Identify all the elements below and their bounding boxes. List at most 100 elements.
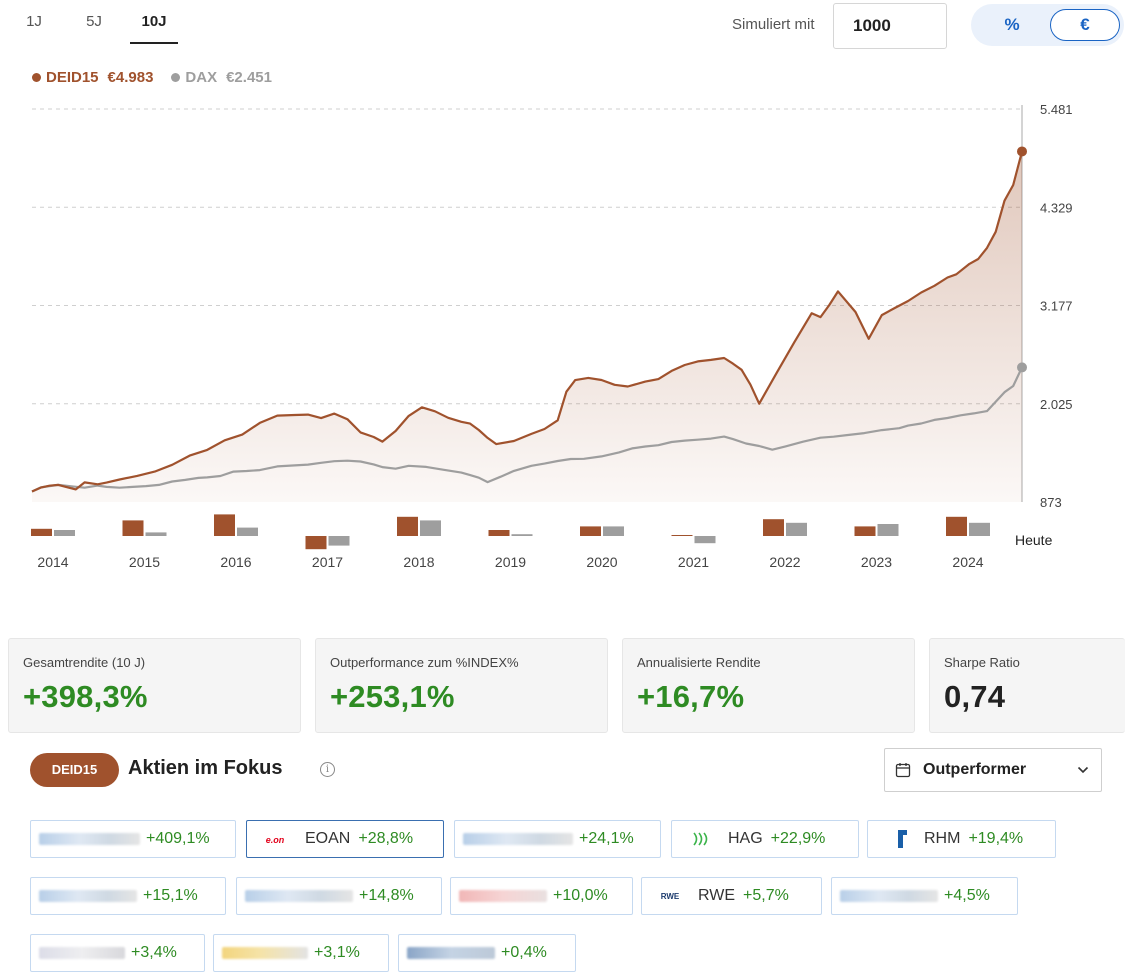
kpi-value: +253,1% [330,679,455,714]
annual-bar-dax [603,526,624,536]
rhm-logo-icon [898,830,907,848]
stock-chip-12[interactable]: +3,1% [213,934,389,972]
annual-bar-deid15 [31,528,52,536]
annual-bar-deid15 [946,516,967,536]
stock-chip-rwe[interactable]: RWE RWE +5,7% [641,877,822,915]
annual-bar-deid15 [671,535,693,536]
annual-bar-dax [877,524,899,536]
x-year-label: 2023 [861,554,892,570]
tab-5j[interactable]: 5J [70,0,118,44]
x-year-label: 2022 [769,554,800,570]
company-logo [407,947,495,959]
company-logo [840,890,938,902]
annual-bar-deid15 [214,514,235,536]
annual-bar-dax [420,520,441,536]
eon-logo: e.on [266,835,285,845]
kpi-card-sharpe-ratio: Sharpe Ratio 0,74 [929,638,1125,733]
simulation-label: Simuliert mit [732,16,815,33]
stock-chip-6[interactable]: +15,1% [30,877,226,915]
annual-bar-dax [328,536,350,546]
kpi-card-annualized-return: Annualisierte Rendite +16,7% [622,638,915,733]
x-year-label: 2019 [495,554,526,570]
annual-bar-dax [969,522,990,536]
kpi-label: Gesamtrendite (10 J) [23,655,146,670]
y-tick-label: 4.329 [1040,200,1073,215]
stock-change: +28,8% [358,830,414,847]
annual-bar-dax [54,530,75,536]
company-logo [39,947,125,959]
kpi-card-total-return: Gesamtrendite (10 J) +398,3% [8,638,301,733]
stock-change: +19,4% [968,830,1024,847]
stock-chip-13[interactable]: +0,4% [398,934,576,972]
stock-name: RHM [924,830,961,847]
legend-name: DEID15 [46,69,99,86]
stock-change: +5,7% [743,887,789,904]
y-tick-label: 5.481 [1040,102,1073,117]
tab-1j[interactable]: 1J [10,0,58,44]
legend-item-dax[interactable]: DAX €2.451 [171,69,272,86]
x-year-label: 2017 [312,554,343,570]
legend-value: €2.451 [226,69,272,86]
performance-chart: 5.481 4.329 3.177 2.025 873 2014 2015 2016 2017 2… [31,102,1073,570]
info-icon[interactable]: i [320,762,335,777]
y-tick-label: 2.025 [1040,397,1073,412]
stock-change: +4,5% [944,887,990,904]
tab-10j[interactable]: 10J [130,0,178,44]
chevron-down-icon [1077,766,1089,774]
section-title: Aktien im Fokus [128,757,283,779]
stock-change: +10,0% [553,887,608,904]
kpi-value: +16,7% [637,679,745,714]
calendar-icon [895,763,911,778]
svg-text:e.on: e.on [266,835,285,845]
company-logo [463,833,573,845]
stock-change: +14,8% [359,887,414,904]
percent-toggle-button[interactable]: % [977,9,1047,41]
stock-chip-1[interactable]: +409,1% [30,820,236,858]
sort-dropdown-label: Outperformer [923,761,1027,778]
stock-change: +3,1% [314,944,360,961]
legend-item-deid15[interactable]: DEID15 €4.983 [32,69,153,86]
stock-name: EOAN [305,830,351,847]
annual-bar-dax [237,527,258,536]
hag-logo-icon [693,832,708,846]
annual-bar-dax [145,532,167,536]
kpi-card-outperformance: Outperformance zum %INDEX% +253,1% [315,638,608,733]
stock-change: +15,1% [143,887,198,904]
simulation-amount-input[interactable] [833,3,947,49]
legend-dot [171,73,181,82]
annual-bar-deid15 [854,526,876,536]
annual-bar-deid15 [763,519,784,536]
stock-name: HAG [728,830,763,847]
stock-chip-eoan[interactable]: e.on EOAN +28,8% [246,820,444,858]
svg-text:RWE: RWE [661,892,680,901]
stock-change: +0,4% [501,944,547,961]
y-tick-label: 873 [1040,495,1062,510]
unit-toggle: % € [971,4,1124,46]
x-year-label: 2020 [586,554,617,570]
stock-chip-hag[interactable]: HAG +22,9% [671,820,859,858]
company-logo [222,947,308,959]
stock-chip-7[interactable]: +14,8% [236,877,442,915]
stock-chip-10[interactable]: +4,5% [831,877,1018,915]
stock-chip-8[interactable]: +10,0% [450,877,633,915]
stock-chip-11[interactable]: +3,4% [30,934,205,972]
x-year-label: 2021 [678,554,709,570]
annual-bar-dax [694,536,716,544]
x-year-label: 2024 [952,554,983,570]
etf-badge: DEID15 [30,753,119,787]
y-tick-label: 3.177 [1040,299,1073,314]
euro-toggle-button[interactable]: € [1050,9,1120,41]
kpi-value: +398,3% [23,679,148,714]
sort-dropdown[interactable]: Outperformer [884,748,1102,792]
stock-chip-3[interactable]: +24,1% [454,820,661,858]
annual-bar-deid15 [305,536,327,550]
x-year-label: 2014 [37,554,68,570]
annual-bar-deid15 [580,526,601,536]
company-logo [39,833,140,845]
company-logo [459,890,547,902]
stock-chip-rhm[interactable]: RHM +19,4% [867,820,1056,858]
x-year-label: 2018 [403,554,434,570]
legend-name: DAX [185,69,218,86]
stock-change: +3,4% [131,944,177,961]
x-year-label: 2015 [129,554,160,570]
